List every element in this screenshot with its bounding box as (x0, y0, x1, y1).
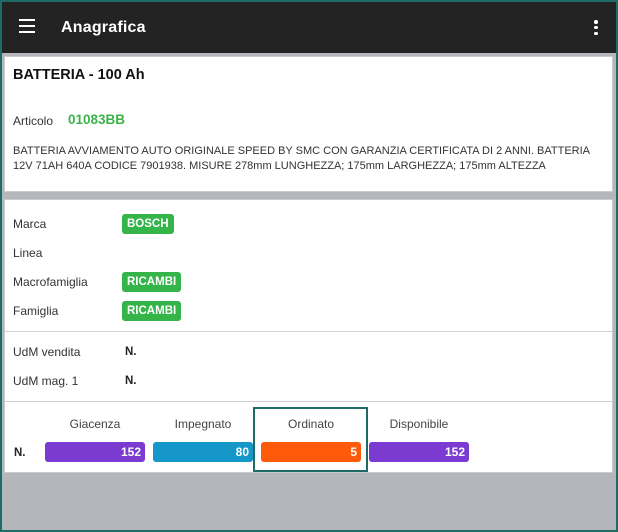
article-description: BATTERIA AVVIAMENTO AUTO ORIGINALE SPEED… (13, 145, 590, 172)
brand-label: Marca (13, 217, 47, 231)
divider (5, 331, 612, 332)
stock-header-impegnato: Impegnato (174, 417, 232, 431)
article-card: BATTERIA - 100 Ah Articolo 01083BB BATTE… (4, 56, 613, 192)
article-title: BATTERIA - 100 Ah (13, 67, 145, 83)
macrofamily-chip: RICAMBI (122, 272, 182, 292)
macrofamily-label: Macrofamiglia (13, 275, 88, 289)
app-bar: Anagrafica (2, 2, 616, 53)
stock-header-disponibile: Disponibile (389, 417, 449, 431)
line-label: Linea (13, 246, 43, 260)
ordered-highlight-box (253, 407, 368, 472)
warehouse-uom-label: UdM mag. 1 (13, 374, 79, 388)
family-chip: RICAMBI (122, 301, 182, 321)
stock-unit: N. (14, 447, 26, 459)
stock-value-impegnato[interactable]: 80 (153, 442, 253, 462)
hamburger-menu-icon[interactable] (19, 19, 35, 33)
page-title: Anagrafica (61, 19, 146, 36)
divider (5, 401, 612, 402)
more-vert-icon[interactable] (593, 20, 599, 36)
sales-uom-label: UdM vendita (13, 345, 81, 359)
app-window: Anagrafica BATTERIA - 100 Ah Articolo 01… (2, 2, 616, 530)
article-code: 01083BB (68, 112, 126, 127)
article-code-label: Articolo (13, 114, 54, 128)
family-label: Famiglia (13, 304, 59, 318)
stock-value-giacenza[interactable]: 152 (45, 442, 145, 462)
brand-chip: BOSCH (122, 214, 174, 234)
sales-uom-value: N. (125, 346, 137, 358)
stock-header-giacenza: Giacenza (69, 417, 121, 431)
warehouse-uom-value: N. (125, 375, 137, 387)
details-card: Marca BOSCH Linea Macrofamiglia RICAMBI … (4, 199, 613, 473)
stock-value-disponibile[interactable]: 152 (369, 442, 469, 462)
